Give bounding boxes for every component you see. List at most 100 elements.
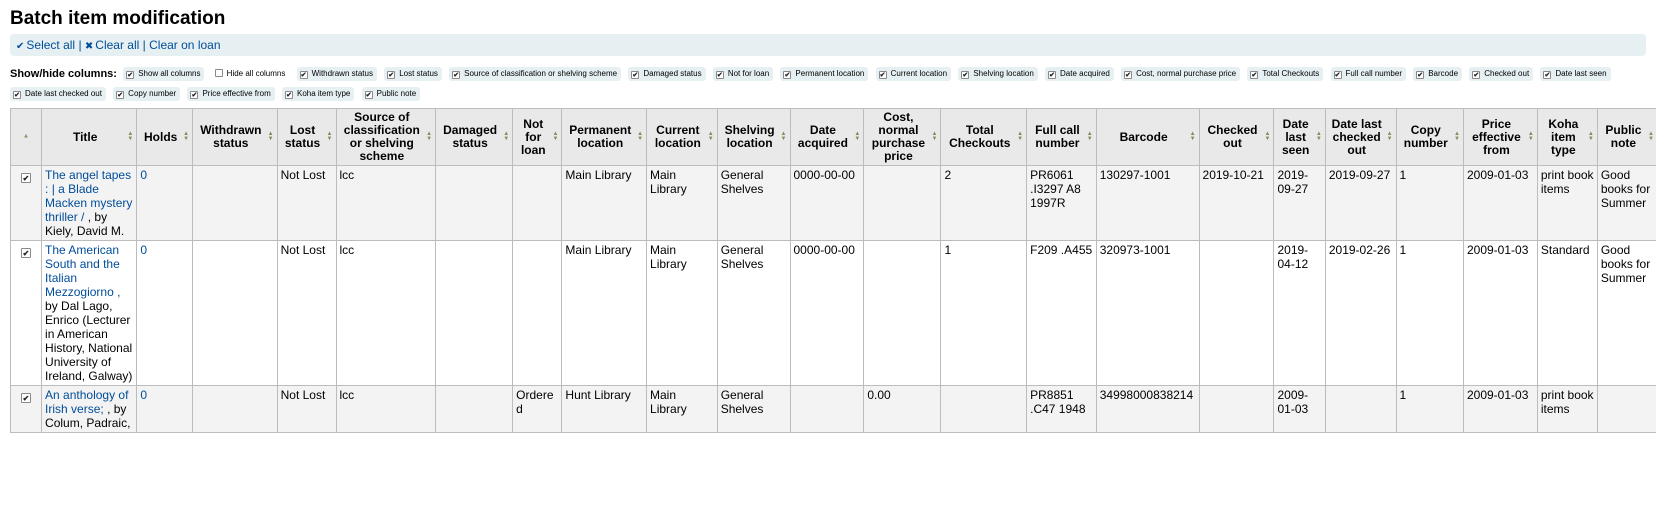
column-toggle[interactable]: ✔ Copy number xyxy=(113,87,181,102)
column-toggle[interactable]: ✔ Barcode xyxy=(1413,67,1463,82)
column-header[interactable]: Withdrawn status ▲ ▼ xyxy=(192,108,278,166)
sort-icon[interactable]: ▲ ▼ xyxy=(327,131,333,142)
column-toggle[interactable]: ✔ Show all columns xyxy=(123,67,205,82)
checkbox-icon[interactable] xyxy=(214,69,223,78)
select-all-link[interactable]: ✔ Select all xyxy=(16,38,75,52)
column-toggle[interactable]: ✔ Lost status xyxy=(384,67,442,82)
column-header[interactable]: Date acquired ▲ ▼ xyxy=(789,108,865,166)
sort-icon[interactable]: ▲ ▼ xyxy=(268,131,274,142)
sort-icon[interactable]: ▲ ▼ xyxy=(1387,131,1393,142)
sort-icon[interactable]: ▲ ▼ xyxy=(426,131,432,142)
column-header[interactable]: Title ▲ ▼ xyxy=(41,108,138,166)
checkbox-icon[interactable]: ✔ xyxy=(1543,71,1552,80)
clear-all-link[interactable]: ✖ Clear all xyxy=(85,38,139,52)
column-toggle[interactable]: ✔ Withdrawn status xyxy=(296,67,377,82)
column-header[interactable]: Full call number ▲ ▼ xyxy=(1026,108,1097,166)
clear-on-loan-link[interactable]: Clear on loan xyxy=(149,38,220,52)
column-header[interactable]: Price effective from ▲ ▼ xyxy=(1462,108,1538,166)
sort-icon[interactable]: ▲ ▼ xyxy=(1454,131,1460,142)
row-checkbox[interactable]: ✔ xyxy=(21,393,32,403)
column-toggle[interactable]: ✔ Public note xyxy=(361,87,421,102)
column-header[interactable]: Total Checkouts ▲ ▼ xyxy=(940,108,1028,166)
checkbox-icon[interactable]: ✔ xyxy=(1048,71,1057,80)
title-link[interactable]: The American South and the Italian Mezzo… xyxy=(45,243,120,299)
sort-icon[interactable]: ▲ ▼ xyxy=(1528,131,1534,142)
checkbox-icon[interactable]: ✔ xyxy=(631,71,640,80)
column-header[interactable]: Damaged status ▲ ▼ xyxy=(435,108,514,166)
checkbox-icon[interactable]: ✔ xyxy=(116,91,125,100)
sort-icon[interactable]: ▲ ▼ xyxy=(1648,131,1654,142)
column-header[interactable]: Date last checked out ▲ ▼ xyxy=(1324,108,1397,166)
column-toggle[interactable]: ✔ Shelving location xyxy=(958,67,1038,82)
column-toggle[interactable]: ✔ Current location xyxy=(875,67,952,82)
sort-icon[interactable]: ▲ ▼ xyxy=(854,131,860,142)
column-toggle[interactable]: ✔ Checked out xyxy=(1469,67,1534,82)
column-header[interactable]: Cost, normal purchase price ▲ ▼ xyxy=(863,108,942,166)
column-header[interactable]: Koha item type ▲ ▼ xyxy=(1536,108,1598,166)
checkbox-icon[interactable]: ✔ xyxy=(1472,71,1481,80)
column-header[interactable]: Holds ▲ ▼ xyxy=(136,108,194,166)
checkbox-icon[interactable]: ✔ xyxy=(783,71,792,80)
column-header[interactable]: Barcode ▲ ▼ xyxy=(1095,108,1200,166)
sort-icon[interactable]: ▲ ▼ xyxy=(127,131,133,142)
column-header[interactable]: Lost status ▲ ▼ xyxy=(276,108,337,166)
column-toggle[interactable]: ✔ Date last seen xyxy=(1540,67,1611,82)
column-toggle[interactable]: ✔ Cost, normal purchase price xyxy=(1121,67,1241,82)
column-toggle[interactable]: ✔ Date acquired xyxy=(1045,67,1114,82)
column-header[interactable]: Permanent location ▲ ▼ xyxy=(561,108,648,166)
checkbox-icon[interactable]: ✔ xyxy=(190,91,199,100)
column-header[interactable]: Not for loan ▲ ▼ xyxy=(512,108,563,166)
column-header[interactable]: Date last seen ▲ ▼ xyxy=(1273,108,1326,166)
sort-icon[interactable]: ▲ ▼ xyxy=(932,131,938,142)
checkbox-icon[interactable]: ✔ xyxy=(1124,71,1133,80)
checkbox-icon[interactable]: ✔ xyxy=(1416,71,1425,80)
checkbox-icon[interactable]: ✔ xyxy=(715,71,724,80)
column-toggle[interactable]: ✔ Date last checked out xyxy=(10,87,106,102)
sort-icon[interactable]: ▲ ▼ xyxy=(1588,131,1594,142)
sort-icon[interactable]: ▲ ▼ xyxy=(781,131,787,142)
checkbox-icon[interactable]: ✔ xyxy=(1250,71,1259,80)
checkbox-icon[interactable]: ✔ xyxy=(13,91,21,100)
column-toggle[interactable]: Hide all columns xyxy=(212,67,290,81)
checkbox-icon[interactable]: ✔ xyxy=(364,91,373,100)
checkbox-icon[interactable]: ✔ xyxy=(452,71,461,80)
column-toggle[interactable]: ✔ Source of classification or shelving sc… xyxy=(449,67,622,82)
holds-link[interactable]: 0 xyxy=(140,168,147,182)
column-header[interactable]: Copy number ▲ ▼ xyxy=(1395,108,1464,166)
checkbox-icon[interactable]: ✔ xyxy=(299,71,308,80)
row-checkbox[interactable]: ✔ xyxy=(21,173,32,183)
checkbox-icon[interactable]: ✔ xyxy=(1333,71,1342,80)
column-toggle[interactable]: ✔ Total Checkouts xyxy=(1247,67,1324,82)
column-header[interactable]: Shelving location ▲ ▼ xyxy=(716,108,791,166)
column-toggle[interactable]: ✔ Full call number xyxy=(1330,67,1406,82)
column-toggle[interactable]: ✔ Permanent location xyxy=(780,67,869,82)
row-checkbox[interactable]: ✔ xyxy=(21,248,32,258)
checkbox-icon[interactable]: ✔ xyxy=(961,71,970,80)
column-toggle[interactable]: ✔ Not for loan xyxy=(712,67,774,82)
checkbox-icon[interactable]: ✔ xyxy=(387,71,396,80)
column-toggle[interactable]: ✔ Koha item type xyxy=(282,87,355,102)
holds-link[interactable]: 0 xyxy=(140,243,147,257)
checkbox-icon[interactable]: ✔ xyxy=(126,71,135,80)
sort-icon[interactable]: ▲ ▼ xyxy=(637,131,643,142)
holds-link[interactable]: 0 xyxy=(140,388,147,402)
column-header[interactable]: Checked out ▲ ▼ xyxy=(1198,108,1275,166)
column-header[interactable]: ▲ xyxy=(9,108,43,166)
sort-icon[interactable]: ▲ ▼ xyxy=(552,131,558,142)
sort-icon[interactable]: ▲ xyxy=(23,134,29,140)
sort-icon[interactable]: ▲ ▼ xyxy=(1316,131,1322,142)
column-toggle[interactable]: ✔ Damaged status xyxy=(628,67,706,82)
column-header[interactable]: Source of classification or shelving sch… xyxy=(335,108,437,166)
sort-icon[interactable]: ▲ ▼ xyxy=(1190,131,1196,142)
column-toggle[interactable]: ✔ Price effective from xyxy=(187,87,275,102)
sort-icon[interactable]: ▲ ▼ xyxy=(1087,131,1093,142)
sort-icon[interactable]: ▲ ▼ xyxy=(503,131,509,142)
checkbox-icon[interactable]: ✔ xyxy=(878,71,887,80)
column-header[interactable]: Current location ▲ ▼ xyxy=(646,108,718,166)
checkbox-icon[interactable]: ✔ xyxy=(285,91,293,100)
sort-icon[interactable]: ▲ ▼ xyxy=(183,131,189,142)
column-header[interactable]: Public note ▲ ▼ xyxy=(1596,108,1656,166)
sort-icon[interactable]: ▲ ▼ xyxy=(1017,131,1023,142)
sort-icon[interactable]: ▲ ▼ xyxy=(708,131,714,142)
sort-icon[interactable]: ▲ ▼ xyxy=(1265,131,1271,142)
